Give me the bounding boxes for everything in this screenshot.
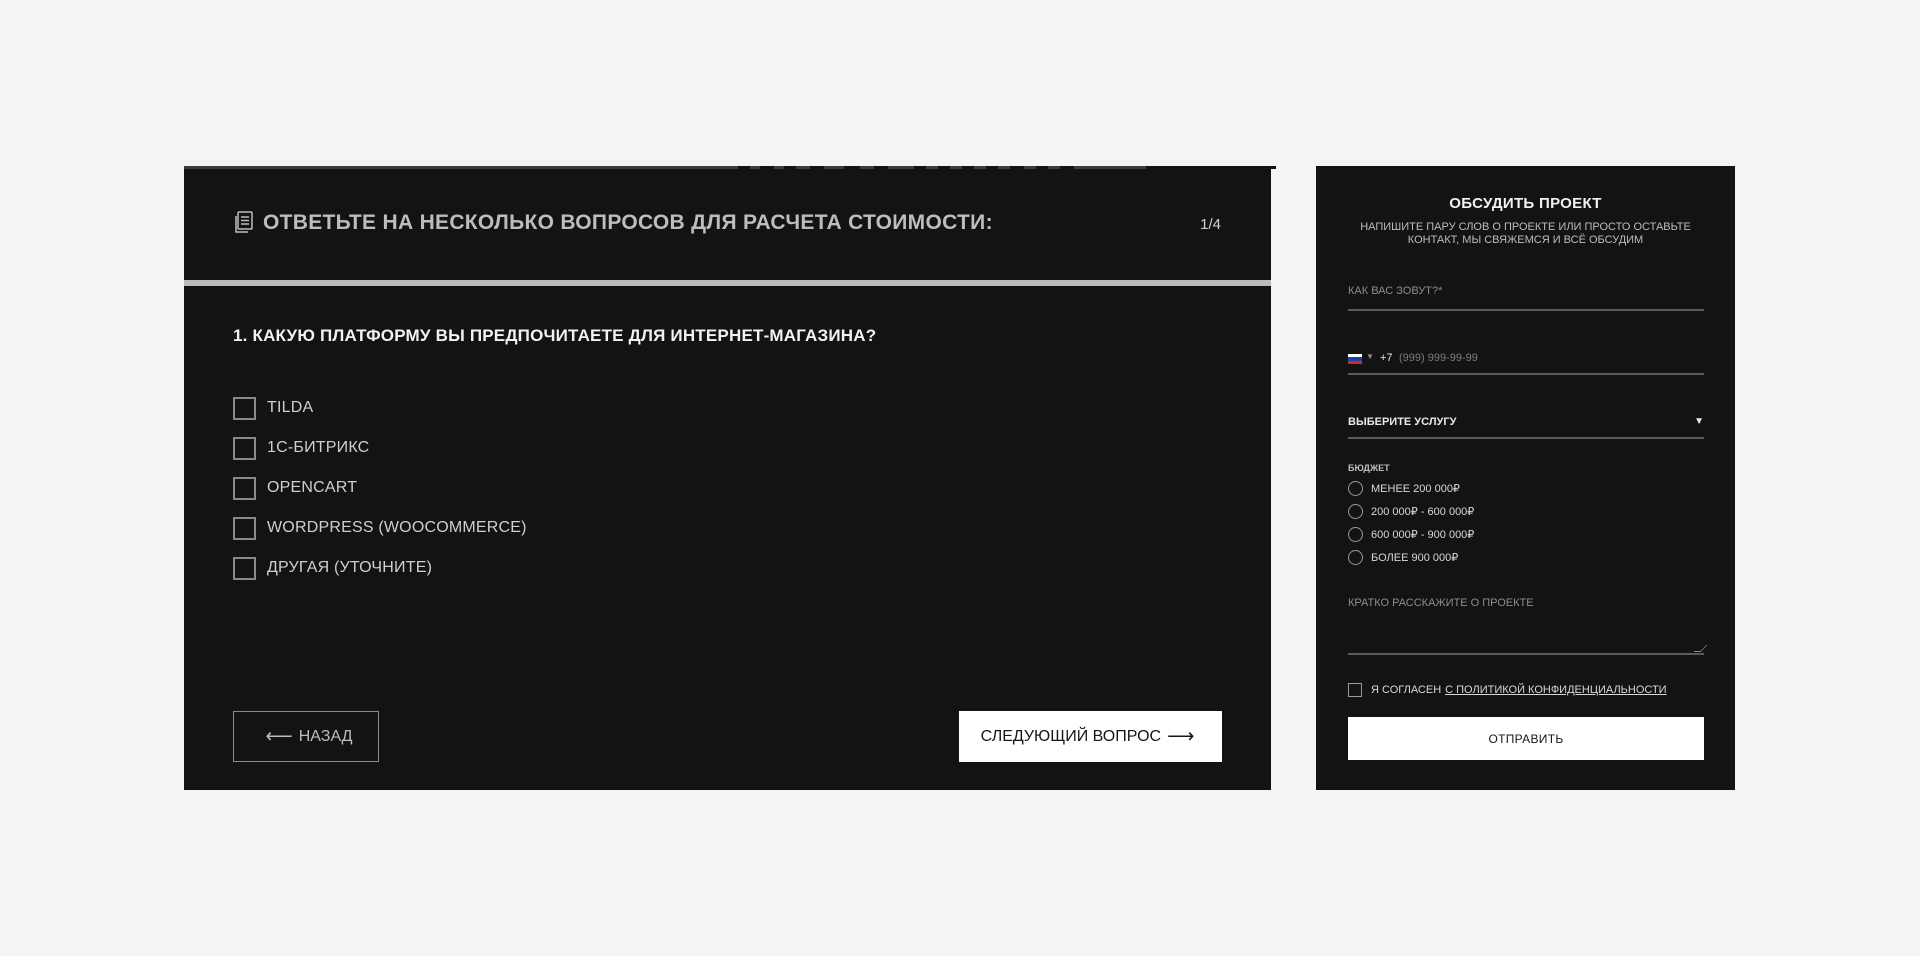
budget-option-200k-600k[interactable]: 200 000₽ - 600 000₽ bbox=[1348, 500, 1474, 523]
answer-options: TILDA 1С-БИТРИКС OPENCART WORDPRESS (WOO… bbox=[233, 388, 527, 588]
option-checkbox[interactable] bbox=[233, 556, 256, 580]
name-field[interactable]: КАК ВАС ЗОВУТ?* bbox=[1348, 278, 1704, 311]
quiz-header: ОТВЕТЬТЕ НА НЕСКОЛЬКО ВОПРОСОВ ДЛЯ РАСЧЕ… bbox=[184, 169, 1271, 281]
question-counter: 1/4 bbox=[1200, 216, 1221, 233]
resize-handle-icon[interactable] bbox=[1693, 645, 1708, 652]
option-label: OPENCART bbox=[267, 479, 358, 496]
service-select-value: ВЫБЕРИТЕ УСЛУГУ bbox=[1348, 416, 1457, 428]
budget-label: БЮДЖЕТ bbox=[1348, 463, 1390, 473]
back-button[interactable]: ⟵ НАЗАД bbox=[233, 711, 379, 762]
quiz-divider bbox=[184, 280, 1271, 286]
radio-label: 200 000₽ - 600 000₽ bbox=[1371, 506, 1475, 518]
back-button-label: НАЗАД bbox=[298, 727, 353, 745]
consent-checkbox[interactable] bbox=[1348, 683, 1362, 697]
privacy-policy-link[interactable]: С ПОЛИТИКОЙ КОНФИДЕНЦИАЛЬНОСТИ bbox=[1445, 684, 1666, 696]
consent-text: Я СОГЛАСЕН bbox=[1371, 684, 1442, 696]
option-label: WORDPRESS (WOOCOMMERCE) bbox=[267, 519, 527, 536]
option-wordpress[interactable]: WORDPRESS (WOOCOMMERCE) bbox=[233, 508, 527, 548]
option-tilda[interactable]: TILDA bbox=[233, 388, 527, 428]
arrow-left-icon: ⟵ bbox=[265, 726, 293, 747]
option-opencart[interactable]: OPENCART bbox=[233, 468, 527, 508]
budget-options: МЕНЕЕ 200 000₽ 200 000₽ - 600 000₽ 600 0… bbox=[1348, 477, 1474, 569]
option-checkbox[interactable] bbox=[233, 436, 256, 460]
phone-placeholder: (999) 999-99-99 bbox=[1399, 352, 1478, 364]
radio-button[interactable] bbox=[1348, 481, 1363, 496]
form-subtitle: НАПИШИТЕ ПАРУ СЛОВ О ПРОЕКТЕ ИЛИ ПРОСТО … bbox=[1360, 221, 1691, 246]
radio-label: МЕНЕЕ 200 000₽ bbox=[1371, 483, 1460, 495]
arrow-right-icon: ⟶ bbox=[1167, 726, 1195, 747]
option-checkbox[interactable] bbox=[233, 516, 256, 540]
contact-form: ОБСУДИТЬ ПРОЕКТ НАПИШИТЕ ПАРУ СЛОВ О ПРО… bbox=[1316, 166, 1735, 790]
radio-button[interactable] bbox=[1348, 527, 1363, 542]
budget-option-under-200k[interactable]: МЕНЕЕ 200 000₽ bbox=[1348, 477, 1474, 500]
option-other[interactable]: ДРУГАЯ (УТОЧНИТЕ) bbox=[233, 548, 527, 588]
option-label: 1С-БИТРИКС bbox=[267, 439, 370, 456]
next-question-button[interactable]: СЛЕДУЮЩИЙ ВОПРОС ⟶ bbox=[959, 711, 1222, 762]
quiz-title: ОТВЕТЬТЕ НА НЕСКОЛЬКО ВОПРОСОВ ДЛЯ РАСЧЕ… bbox=[263, 211, 993, 234]
privacy-consent: Я СОГЛАСЕН С ПОЛИТИКОЙ КОНФИДЕНЦИАЛЬНОСТ… bbox=[1348, 683, 1667, 697]
radio-button[interactable] bbox=[1348, 504, 1363, 519]
phone-field[interactable]: ▼ +7 (999) 999-99-99 bbox=[1348, 342, 1704, 375]
option-1c-bitrix[interactable]: 1С-БИТРИКС bbox=[233, 428, 527, 468]
quiz-title-group: ОТВЕТЬТЕ НА НЕСКОЛЬКО ВОПРОСОВ ДЛЯ РАСЧЕ… bbox=[233, 211, 993, 235]
budget-option-600k-900k[interactable]: 600 000₽ - 900 000₽ bbox=[1348, 523, 1474, 546]
name-placeholder: КАК ВАС ЗОВУТ?* bbox=[1348, 285, 1443, 297]
question-text: 1. КАКУЮ ПЛАТФОРМУ ВЫ ПРЕДПОЧИТАЕТЕ ДЛЯ … bbox=[233, 326, 877, 345]
radio-label: БОЛЕЕ 900 000₽ bbox=[1371, 552, 1459, 564]
option-checkbox[interactable] bbox=[233, 396, 256, 420]
about-placeholder: КРАТКО РАССКАЖИТЕ О ПРОЕКТЕ bbox=[1348, 597, 1534, 609]
quiz-panel: ОТВЕТЬТЕ НА НЕСКОЛЬКО ВОПРОСОВ ДЛЯ РАСЧЕ… bbox=[184, 166, 1276, 790]
russia-flag-icon[interactable] bbox=[1348, 354, 1362, 364]
budget-option-over-900k[interactable]: БОЛЕЕ 900 000₽ bbox=[1348, 546, 1474, 569]
radio-label: 600 000₽ - 900 000₽ bbox=[1371, 529, 1475, 541]
form-title: ОБСУДИТЬ ПРОЕКТ bbox=[1449, 195, 1602, 212]
document-icon bbox=[233, 211, 255, 235]
option-checkbox[interactable] bbox=[233, 476, 256, 500]
radio-button[interactable] bbox=[1348, 550, 1363, 565]
about-project-textarea[interactable]: КРАТКО РАССКАЖИТЕ О ПРОЕКТЕ bbox=[1348, 590, 1708, 655]
option-label: ДРУГАЯ (УТОЧНИТЕ) bbox=[267, 559, 433, 576]
next-button-label: СЛЕДУЮЩИЙ ВОПРОС bbox=[980, 727, 1162, 745]
country-caret-icon[interactable]: ▼ bbox=[1366, 352, 1374, 361]
phone-country-code: +7 bbox=[1380, 352, 1393, 364]
service-select[interactable]: ВЫБЕРИТЕ УСЛУГУ ▼ bbox=[1348, 406, 1704, 439]
chevron-down-icon: ▼ bbox=[1694, 416, 1704, 427]
submit-button[interactable]: ОТПРАВИТЬ bbox=[1348, 717, 1704, 760]
option-label: TILDA bbox=[267, 399, 314, 416]
